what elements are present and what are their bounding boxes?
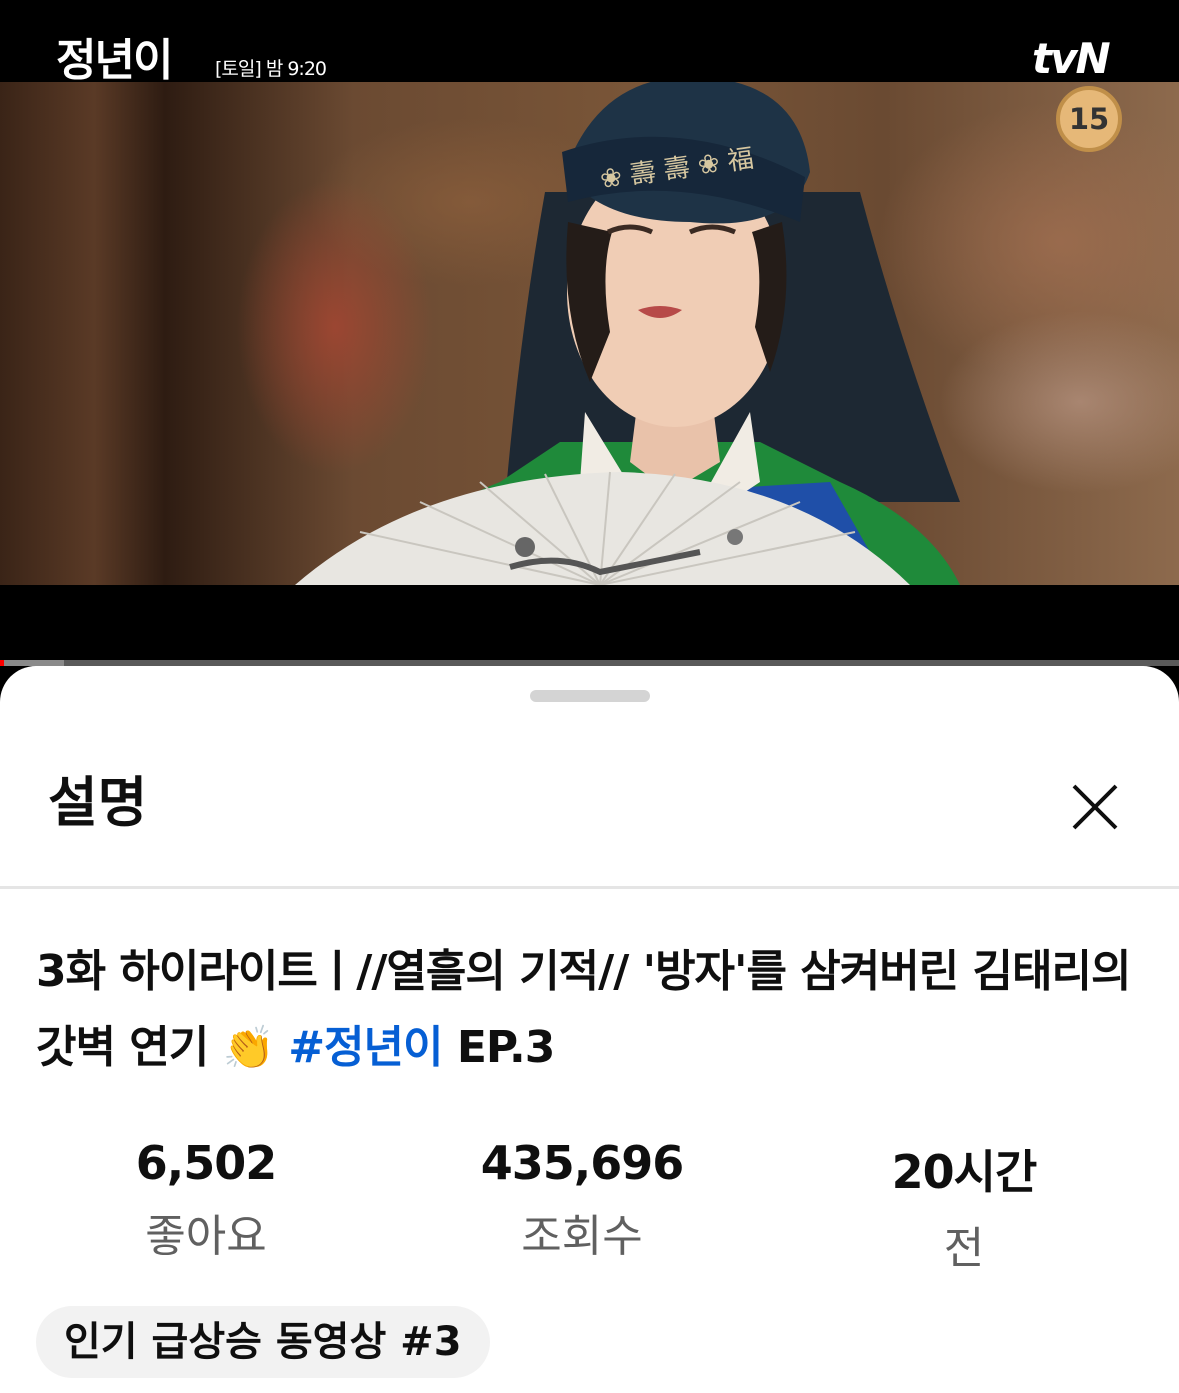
close-icon xyxy=(1072,784,1118,830)
likes-count: 6,502 xyxy=(135,1136,278,1190)
age-rating-badge: 15 xyxy=(1056,86,1122,152)
episode-label: EP.3 xyxy=(442,1022,556,1073)
video-still-image: ❀ 壽 壽 ❀ 福 xyxy=(295,82,960,585)
clapping-hands-icon: 👏 xyxy=(222,1023,275,1072)
video-title: 3화 하이라이트ㅣ//열흘의 기적// '방자'를 삼켜버린 김태리의 갓벽 연… xyxy=(36,934,1146,1086)
views-label: 조회수 xyxy=(521,1211,643,1262)
video-frame: ❀ 壽 壽 ❀ 福 xyxy=(0,82,1179,585)
upload-time-label: 전 xyxy=(943,1223,985,1274)
video-title-text: 3화 하이라이트ㅣ//열흘의 기적// '방자'를 삼켜버린 김태리의 갓벽 연… xyxy=(36,946,1131,1073)
trending-chip[interactable]: 인기 급상승 동영상 #3 xyxy=(36,1306,490,1378)
description-sheet: 설명 3화 하이라이트ㅣ//열흘의 기적// '방자'를 삼켜버린 김태리의 갓… xyxy=(0,666,1179,1393)
sheet-drag-handle[interactable] xyxy=(530,690,650,702)
views-stat: 435,696 조회수 xyxy=(432,1136,732,1264)
progress-played xyxy=(0,660,4,666)
divider xyxy=(0,886,1179,889)
show-logo: 정년이 xyxy=(56,35,173,86)
close-button[interactable] xyxy=(1060,772,1130,842)
likes-stat: 6,502 좋아요 xyxy=(56,1136,356,1264)
likes-label: 좋아요 xyxy=(145,1211,267,1262)
sheet-title: 설명 xyxy=(48,771,148,834)
air-time-label: [토일] 밤 9:20 xyxy=(215,58,327,80)
video-player[interactable]: ❀ 壽 壽 ❀ 福 정년이 [토일] 밤 9:20 tvN 15 xyxy=(0,0,1179,660)
views-count: 435,696 xyxy=(480,1136,685,1190)
upload-time-stat: 20시간 전 xyxy=(814,1136,1114,1276)
channel-logo: tvN xyxy=(1032,34,1111,83)
hashtag-link[interactable]: #정년이 xyxy=(288,1022,443,1073)
upload-time-value: 20시간 xyxy=(891,1145,1038,1199)
